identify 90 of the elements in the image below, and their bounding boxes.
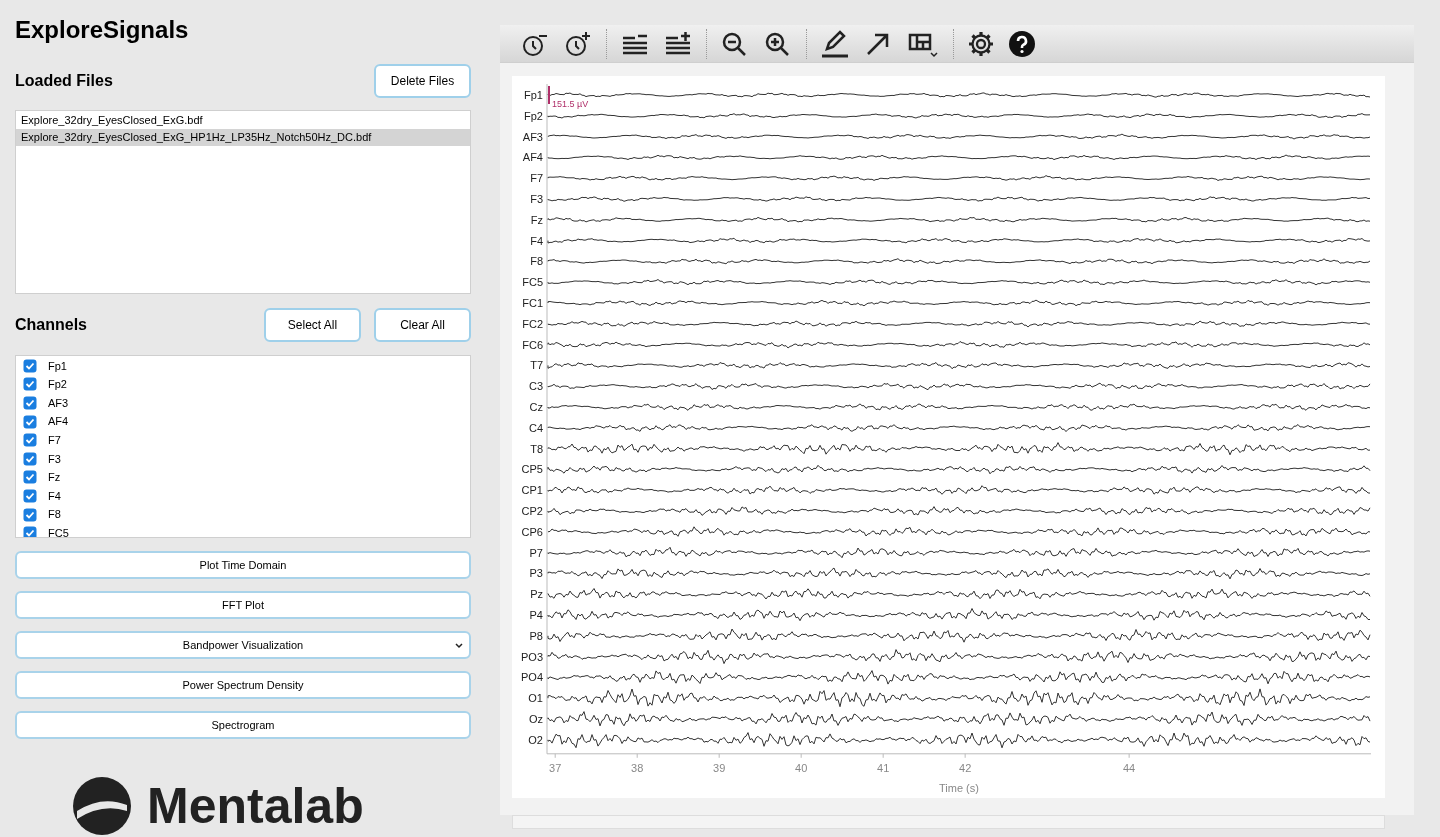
tick-mark xyxy=(554,753,556,759)
checkbox[interactable] xyxy=(23,507,37,522)
channel-label: C3 xyxy=(528,380,543,393)
channel-label: AF3 xyxy=(48,395,69,411)
tick-mark xyxy=(882,753,884,759)
channel-label: F3 xyxy=(530,193,543,205)
lines-plus-icon[interactable] xyxy=(663,30,693,57)
channel-label: Pz xyxy=(530,588,543,601)
logo-icon xyxy=(71,775,133,837)
channel-label: Fp2 xyxy=(524,109,543,122)
axis-title: Time (s) xyxy=(939,781,979,794)
dropdown[interactable]: Bandpower Visualization xyxy=(15,631,471,659)
tick-label: 37 xyxy=(549,761,562,774)
channel-label: F8 xyxy=(48,507,61,523)
checkbox[interactable] xyxy=(23,470,37,485)
action-button[interactable]: Plot Time Domain xyxy=(15,551,471,579)
channel-label: PO3 xyxy=(521,650,543,663)
clock-plus-icon[interactable] xyxy=(563,30,593,57)
checkbox[interactable] xyxy=(23,414,37,429)
channel-label: F3 xyxy=(48,451,61,467)
channel-label: O1 xyxy=(528,692,543,705)
channel-label: F8 xyxy=(530,255,543,268)
tick-mark xyxy=(718,753,720,759)
tick-label: 41 xyxy=(877,761,890,774)
channel-label: PO4 xyxy=(521,671,543,684)
brand-name: Mentalab xyxy=(147,781,364,831)
channel-label: FC2 xyxy=(522,317,543,330)
channel-label: P3 xyxy=(529,567,543,580)
channel-label: P7 xyxy=(529,546,543,559)
tick-mark xyxy=(636,753,638,759)
channel-label: Fp1 xyxy=(524,89,543,101)
checkbox[interactable] xyxy=(23,358,37,373)
section-heading: Loaded Files xyxy=(15,71,113,91)
action-button[interactable]: Power Spectrum Density xyxy=(15,671,471,699)
channel-label: CP1 xyxy=(521,484,543,497)
channel-label: F4 xyxy=(48,488,61,504)
channel-label: Oz xyxy=(528,713,543,725)
tick-mark xyxy=(800,753,802,759)
scale-bar xyxy=(548,85,550,105)
action-button[interactable]: Spectrogram xyxy=(15,711,471,739)
channel-label: AF4 xyxy=(48,414,69,430)
checkbox[interactable] xyxy=(23,433,37,448)
channel-label: F7 xyxy=(530,172,543,185)
file-item[interactable]: Explore_32dry_EyesClosed_ExG.bdf xyxy=(16,112,470,129)
channel-label: O2 xyxy=(528,733,543,746)
channel-label: Fp1 xyxy=(48,358,67,374)
checkbox[interactable] xyxy=(23,451,37,466)
channel-label: AF4 xyxy=(522,151,543,164)
channel-label: Fp2 xyxy=(48,377,67,393)
channel-label: F7 xyxy=(48,432,61,448)
chevron-icon xyxy=(454,642,464,650)
channel-label: CP5 xyxy=(521,463,543,476)
channel-label: Cz xyxy=(529,401,543,413)
scale-label: 151.5 µV xyxy=(552,99,589,109)
pencil-icon[interactable] xyxy=(820,29,850,58)
channel-label: C4 xyxy=(528,421,543,434)
channel-label: FC5 xyxy=(522,276,543,289)
channel-label: AF3 xyxy=(522,130,543,143)
channel-label: Fz xyxy=(48,470,61,486)
channel-label: Fz xyxy=(530,213,543,226)
settings-icon[interactable] xyxy=(967,29,995,58)
section-heading: Channels xyxy=(15,314,87,335)
channel-label: FC6 xyxy=(522,338,543,351)
checkbox[interactable] xyxy=(23,526,37,537)
tick-mark xyxy=(964,753,966,759)
file-item[interactable]: Explore_32dry_EyesClosed_ExG_HP1Hz_LP35Hz_Notch50Hz_DC.bdf xyxy=(16,129,470,146)
delete-files-button[interactable]: Delete Files xyxy=(374,64,471,98)
channel-label: FC5 xyxy=(48,525,69,537)
action-button[interactable]: FFT Plot xyxy=(15,591,471,619)
checkbox[interactable] xyxy=(23,377,37,392)
tick-label: 40 xyxy=(795,761,808,774)
channel-label: P4 xyxy=(529,609,543,621)
tick-label: 44 xyxy=(1123,761,1136,774)
tick-mark xyxy=(1128,753,1130,759)
channel-label: T8 xyxy=(530,442,543,455)
tick-label: 39 xyxy=(713,761,726,774)
channel-label: CP2 xyxy=(521,505,543,517)
select-all-button[interactable]: Select All xyxy=(264,307,361,342)
help-icon[interactable] xyxy=(1008,29,1036,58)
checkbox[interactable] xyxy=(23,396,37,410)
channel-label: F4 xyxy=(530,234,543,247)
tick-label: 38 xyxy=(631,761,644,774)
tick-label: 42 xyxy=(959,761,972,774)
channel-label: P8 xyxy=(529,629,543,642)
channel-label: FC1 xyxy=(522,297,543,309)
checkbox[interactable] xyxy=(23,488,37,503)
channel-label: T7 xyxy=(530,359,543,372)
clear-all-button[interactable]: Clear All xyxy=(374,307,471,342)
app-title: ExploreSignals xyxy=(15,15,190,45)
channel-label: CP6 xyxy=(521,525,543,538)
